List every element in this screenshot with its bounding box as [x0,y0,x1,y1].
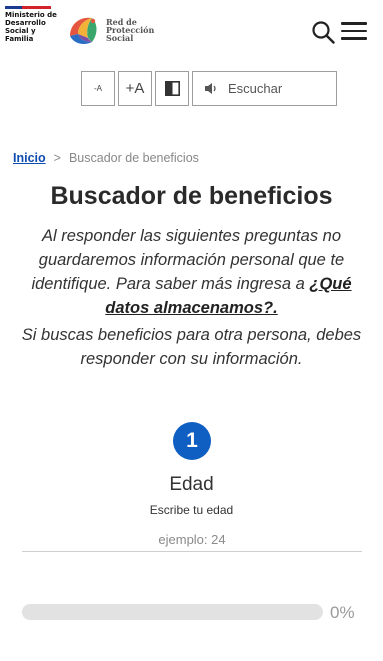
contrast-icon [164,81,180,96]
ministry-line-4: Familia [5,35,34,43]
question-label: Edad [169,474,214,495]
ministry-logo[interactable]: Ministerio de Desarrollo Social y Famili… [5,6,57,43]
progress-percent: 0% [330,603,355,622]
site-header: Ministerio de Desarrollo Social y Famili… [0,0,383,62]
progress-bar [22,604,323,620]
brand-name: Red de Protección Social [106,18,154,42]
search-icon[interactable] [311,20,335,44]
breadcrumb: Inicio > Buscador de beneficios [13,151,199,165]
breadcrumb-current: Buscador de beneficios [68,151,199,165]
ministry-line-1: Ministerio de [5,11,57,19]
increase-font-label: +A [125,80,145,97]
decrease-font-label: -A [94,84,102,93]
breadcrumb-home-link[interactable]: Inicio [13,151,46,165]
other-person-note: Si buscas beneficios para otra persona, … [21,326,362,368]
listen-button[interactable]: Escuchar [192,71,337,106]
ministry-line-2: Desarrollo [5,19,46,27]
breadcrumb-separator: > [53,151,61,165]
menu-icon[interactable] [341,22,367,42]
intro-text: Al responder las siguientes preguntas no… [14,224,369,320]
accessibility-toolbar: -A +A Escuchar [81,71,337,106]
rps-logo-icon[interactable] [66,12,102,48]
age-input[interactable] [22,528,362,552]
brand-line-3: Social [106,33,134,43]
increase-font-button[interactable]: +A [118,71,152,106]
page-title: Buscador de beneficios [50,182,333,210]
question-hint: Escribe tu edad [149,503,234,517]
step-number-badge: 1 [173,422,211,460]
decrease-font-button[interactable]: -A [81,71,115,106]
intro-text-body: Al responder las siguientes preguntas no… [31,227,345,293]
ministry-flag [5,6,51,9]
listen-label: Escuchar [228,81,283,96]
ministry-line-3: Social y [5,27,36,35]
speaker-icon [205,83,216,94]
contrast-button[interactable] [155,71,189,106]
